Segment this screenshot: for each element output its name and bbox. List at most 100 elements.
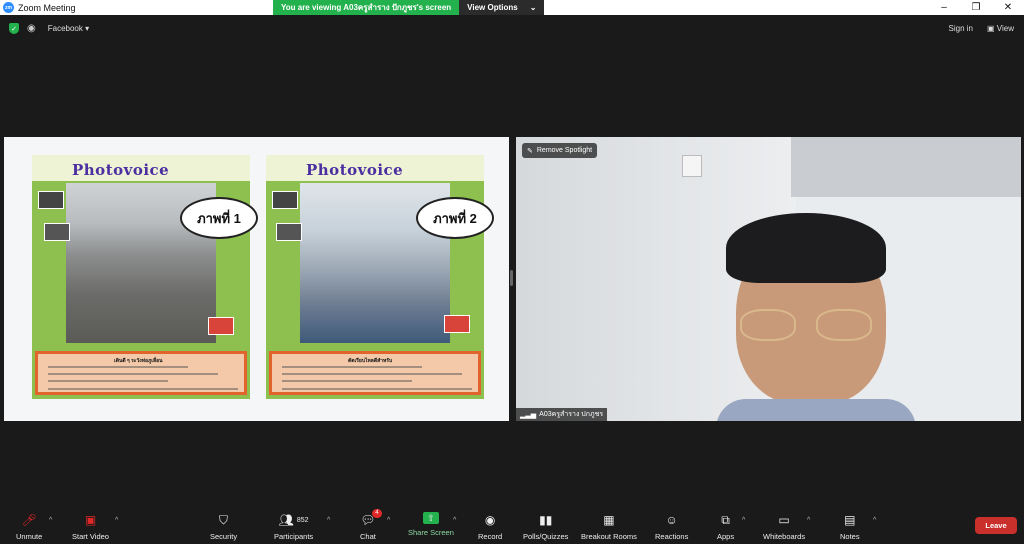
speaker-hair xyxy=(726,213,886,283)
zoom-logo-icon: zm xyxy=(3,2,14,13)
restore-button[interactable]: ❐ xyxy=(960,0,992,15)
smiley-icon: ☺ xyxy=(665,513,678,527)
view-label: View xyxy=(996,24,1014,33)
muted-mic-icon: 🎤︎ xyxy=(21,513,37,527)
live-on-facebook-dropdown[interactable]: Facebook ▾ xyxy=(48,24,89,33)
view-options-label: View Options xyxy=(467,3,518,12)
info-line xyxy=(282,380,412,382)
apps-label: Apps xyxy=(717,532,735,541)
chat-button[interactable]: 💬︎ 4 Chat xyxy=(360,509,382,541)
start-video-label: Start Video xyxy=(72,532,109,541)
whiteboards-button[interactable]: ▭ Whiteboards xyxy=(763,512,805,541)
remove-spotlight-button[interactable]: ✎ Remove Spotlight xyxy=(522,143,598,158)
topbar-right: Sign in ▣ View xyxy=(949,15,1014,42)
speaker-shirt xyxy=(716,399,916,421)
poster-info-box: ตัดเรียบไหลดีสำหรับ xyxy=(269,351,481,395)
security-button[interactable]: ⛉ Security xyxy=(210,512,238,542)
record-label: Record xyxy=(478,532,503,541)
chat-label: Chat xyxy=(360,532,376,541)
participants-caret-icon[interactable]: ^ xyxy=(327,517,330,524)
viewing-message: You are viewing A03ครูสำราง ปักภูชร's sc… xyxy=(273,0,460,15)
poster-info-box: เดินดี ๆ ระวังท่อภูเลื่อน xyxy=(35,351,247,395)
view-options-button[interactable]: View Options ⌄ xyxy=(459,0,545,15)
apps-button[interactable]: ⧉ Apps xyxy=(717,512,735,542)
chevron-down-icon: ⌄ xyxy=(529,3,537,12)
start-video-button[interactable]: ▣ Start Video xyxy=(72,512,109,541)
polls-label: Polls/Quizzes xyxy=(523,532,569,541)
reactions-label: Reactions xyxy=(655,532,689,541)
view-button[interactable]: ▣ View xyxy=(987,24,1014,33)
encryption-shield-icon[interactable]: ✓ xyxy=(9,23,19,34)
participants-icon: 👥︎ 852 xyxy=(278,513,309,527)
participant-name-tag: ▂▃▅ A03ครูสำราง ปกภูชร xyxy=(516,408,608,421)
poster-title: Photovoice xyxy=(306,161,404,179)
meeting-toolbar: 🎤︎ Unmute ^ ▣ Start Video ^ ⛉ Security 👥︎ 8… xyxy=(0,508,1024,544)
sticker-image xyxy=(38,191,64,209)
speech-bubble: ภาพที่ 2 xyxy=(416,197,494,239)
share-screen-icon: ⇧ xyxy=(422,512,439,524)
apps-caret-icon[interactable]: ^ xyxy=(742,517,745,524)
splitter-handle[interactable] xyxy=(510,270,513,286)
reactions-button[interactable]: ☺ Reactions xyxy=(655,512,688,541)
notes-label: Notes xyxy=(840,532,860,541)
sticker-image xyxy=(444,315,470,333)
video-window xyxy=(791,137,1021,197)
glasses xyxy=(740,309,796,341)
sticker-image xyxy=(272,191,298,209)
participants-label: Participants xyxy=(274,532,314,541)
grid-icon: ▦ xyxy=(603,513,615,527)
record-button[interactable]: ◉ Record xyxy=(478,512,502,541)
sign-in-button[interactable]: Sign in xyxy=(949,24,973,33)
notes-button[interactable]: ▤ Notes xyxy=(840,512,860,541)
sticker-image xyxy=(276,223,302,241)
close-button[interactable]: ✕ xyxy=(992,0,1024,15)
share-screen-button[interactable]: ⇧ Share Screen xyxy=(408,512,454,537)
info-line xyxy=(48,373,218,375)
info-line xyxy=(48,366,188,368)
info-line xyxy=(48,388,238,390)
poster-caption: เดินดี ๆ ระวังท่อภูเลื่อน xyxy=(114,358,163,364)
sticker-image xyxy=(208,317,234,335)
window-controls: – ❐ ✕ xyxy=(928,0,1024,15)
share-caret-icon[interactable]: ^ xyxy=(453,517,456,524)
sticker-image xyxy=(44,223,70,241)
viewing-banner: You are viewing A03ครูสำราง ปักภูชร's sc… xyxy=(273,0,545,15)
shared-screen[interactable]: Photovoice ภาพที่ 1 เดินดี ๆ ระวังท่อภูเ… xyxy=(4,137,509,421)
unmute-button[interactable]: 🎤︎ Unmute xyxy=(16,512,42,541)
video-off-icon: ▣ xyxy=(84,513,97,527)
speaker-video[interactable]: ✎ Remove Spotlight ▂▃▅ A03ครูสำราง ปกภูชร xyxy=(516,137,1021,421)
participants-button[interactable]: 👥︎ 852 Participants xyxy=(274,512,313,541)
info-line xyxy=(282,388,472,390)
video-outlet xyxy=(682,155,702,177)
unmute-label: Unmute xyxy=(16,532,43,541)
chat-badge: 4 xyxy=(372,509,382,518)
more-caret-icon[interactable]: ^ xyxy=(873,517,876,524)
photovoice-poster-1: Photovoice ภาพที่ 1 เดินดี ๆ ระวังท่อภูเ… xyxy=(32,155,258,399)
signal-bars-icon: ▂▃▅ xyxy=(520,411,537,419)
info-line xyxy=(282,373,462,375)
record-icon: ◉ xyxy=(484,513,496,527)
chat-caret-icon[interactable]: ^ xyxy=(387,517,390,524)
polls-button[interactable]: ▮▮ Polls/Quizzes xyxy=(523,512,568,541)
whiteboard-icon: ▭ xyxy=(778,513,790,527)
window-title: Zoom Meeting xyxy=(18,2,76,13)
info-line xyxy=(282,366,422,368)
video-options-caret-icon[interactable]: ^ xyxy=(115,517,118,524)
minimize-button[interactable]: – xyxy=(928,0,960,15)
security-label: Security xyxy=(210,532,238,541)
audio-options-caret-icon[interactable]: ^ xyxy=(49,517,52,524)
poster-title: Photovoice xyxy=(72,161,170,179)
shield-icon: ⛉ xyxy=(219,512,229,527)
leave-button[interactable]: Leave xyxy=(975,517,1017,534)
chat-icon: 💬︎ 4 xyxy=(360,509,382,528)
glasses xyxy=(816,309,872,341)
pin-icon: ✎ xyxy=(527,147,533,155)
whiteboards-caret-icon[interactable]: ^ xyxy=(807,517,810,524)
live-stream-icon[interactable]: ◉ xyxy=(27,23,36,34)
live-on-facebook-label: Facebook xyxy=(47,24,83,33)
breakout-label: Breakout Rooms xyxy=(581,532,637,541)
breakout-rooms-button[interactable]: ▦ Breakout Rooms xyxy=(581,512,637,541)
apps-icon: ⧉ xyxy=(721,512,730,527)
remove-spotlight-label: Remove Spotlight xyxy=(536,147,593,154)
photovoice-poster-2: Photovoice ภาพที่ 2 ตัดเรียบไหลดีสำหรับ xyxy=(266,155,494,399)
